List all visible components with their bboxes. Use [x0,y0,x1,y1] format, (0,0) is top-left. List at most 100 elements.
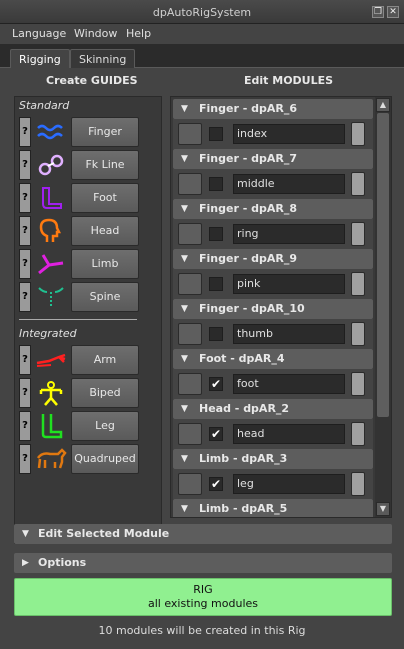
collapse-arrow-icon: ▼ [22,529,29,539]
create-guides-heading: Create GUIDES [46,74,138,87]
biped-guide-icon [39,381,63,406]
edit-selected-module-header[interactable]: ▼ Edit Selected Module [14,524,392,544]
module-select-button[interactable] [178,423,202,445]
fkline-help-button[interactable]: ? [19,150,31,180]
module-header[interactable]: ▼ Finger - dpAR_10 [173,299,373,319]
foot-guide-button[interactable]: Foot [71,183,139,213]
edit-modules-heading: Edit MODULES [244,74,334,87]
module-header[interactable]: ▼ Finger - dpAR_6 [173,99,373,119]
window-title: dpAutoRigSystem [152,6,252,19]
biped-help-button[interactable]: ? [19,378,31,408]
options-header[interactable]: ▶ Options [14,553,392,573]
collapse-arrow-icon: ▼ [181,104,188,114]
arm-guide-button[interactable]: Arm [71,345,139,375]
limb-guide-button[interactable]: Limb [71,249,139,279]
section-divider [19,319,137,320]
module-header[interactable]: ▼ Limb - dpAR_3 [173,449,373,469]
module-color-button[interactable] [351,322,365,346]
module-header[interactable]: ▼ Limb - dpAR_5 [173,499,373,517]
menu-window[interactable]: Window [74,27,117,40]
module-color-button[interactable] [351,222,365,246]
head-guide-button[interactable]: Head [71,216,139,246]
module-color-button[interactable] [351,122,365,146]
menu-bar: Language Window Help [0,24,404,44]
module-select-button[interactable] [178,173,202,195]
module-color-button[interactable] [351,172,365,196]
tab-rigging[interactable]: Rigging [10,49,70,70]
module-select-button[interactable] [178,323,202,345]
module-color-button[interactable] [351,372,365,396]
integrated-label: Integrated [19,327,77,340]
module-select-button[interactable] [178,273,202,295]
spine-help-button[interactable]: ? [19,282,31,312]
restore-icon[interactable]: ❐ [372,6,384,18]
menu-language[interactable]: Language [12,27,66,40]
guide-row-biped: ? Biped [19,378,141,408]
arm-help-button[interactable]: ? [19,345,31,375]
limb-guide-icon [38,254,64,275]
close-icon[interactable]: ✕ [387,6,399,18]
scrollbar-thumb[interactable] [377,113,389,417]
module-select-button[interactable] [178,473,202,495]
module-header[interactable]: ▼ Finger - dpAR_7 [173,149,373,169]
fkline-guide-icon [38,154,64,176]
module-name-field[interactable]: leg [233,474,345,494]
module-name-field[interactable]: thumb [233,324,345,344]
module-name-field[interactable]: index [233,124,345,144]
rigging-panel: Create GUIDES Edit MODULES Standard ? Fi… [0,68,404,649]
foot-help-button[interactable]: ? [19,183,31,213]
module-header[interactable]: ▼ Head - dpAR_2 [173,399,373,419]
quadruped-help-button[interactable]: ? [19,444,31,474]
biped-guide-button[interactable]: Biped [71,378,139,408]
scroll-up-icon[interactable]: ▲ [376,98,390,112]
module-color-button[interactable] [351,472,365,496]
collapse-arrow-icon: ▼ [181,304,188,314]
guide-row-foot: ? Foot [19,183,141,213]
spine-guide-button[interactable]: Spine [71,282,139,312]
head-help-button[interactable]: ? [19,216,31,246]
collapse-arrow-icon: ▼ [181,154,188,164]
module-checkbox[interactable] [209,277,223,291]
leg-help-button[interactable]: ? [19,411,31,441]
module-checkbox[interactable] [209,327,223,341]
module-name-field[interactable]: pink [233,274,345,294]
module-select-button[interactable] [178,223,202,245]
module-name-field[interactable]: ring [233,224,345,244]
module-name-field[interactable]: foot [233,374,345,394]
leg-guide-button[interactable]: Leg [71,411,139,441]
spine-guide-icon [38,287,64,308]
scroll-down-icon[interactable]: ▼ [376,502,390,516]
module-header[interactable]: ▼ Foot - dpAR_4 [173,349,373,369]
collapse-arrow-icon: ▼ [181,404,188,414]
module-checkbox[interactable] [209,227,223,241]
rig-button[interactable]: RIG all existing modules [14,578,392,616]
module-checkbox[interactable]: ✔ [209,427,223,441]
arm-guide-icon [36,353,66,367]
module-checkbox[interactable]: ✔ [209,477,223,491]
module-color-button[interactable] [351,272,365,296]
module-color-button[interactable] [351,422,365,446]
module-name-field[interactable]: head [233,424,345,444]
module-select-button[interactable] [178,373,202,395]
module-name-field[interactable]: middle [233,174,345,194]
module-header[interactable]: ▼ Finger - dpAR_8 [173,199,373,219]
limb-help-button[interactable]: ? [19,249,31,279]
collapse-arrow-icon: ▼ [181,254,188,264]
tab-skinning[interactable]: Skinning [70,49,136,69]
module-checkbox[interactable] [209,127,223,141]
modules-scrollbar[interactable]: ▲ ▼ [375,97,391,517]
module-select-button[interactable] [178,123,202,145]
module-header[interactable]: ▼ Finger - dpAR_9 [173,249,373,269]
menu-help[interactable]: Help [126,27,151,40]
module-checkbox[interactable]: ✔ [209,377,223,391]
module-checkbox[interactable] [209,177,223,191]
finger-guide-button[interactable]: Finger [71,117,139,147]
quadruped-guide-button[interactable]: Quadruped [71,444,139,474]
rig-button-title: RIG [193,583,213,596]
fkline-guide-button[interactable]: Fk Line [71,150,139,180]
guide-row-leg: ? Leg [19,411,141,441]
standard-label: Standard [19,99,70,112]
finger-help-button[interactable]: ? [19,117,31,147]
collapse-arrow-icon: ▼ [181,504,188,514]
guide-row-spine: ? Spine [19,282,141,312]
